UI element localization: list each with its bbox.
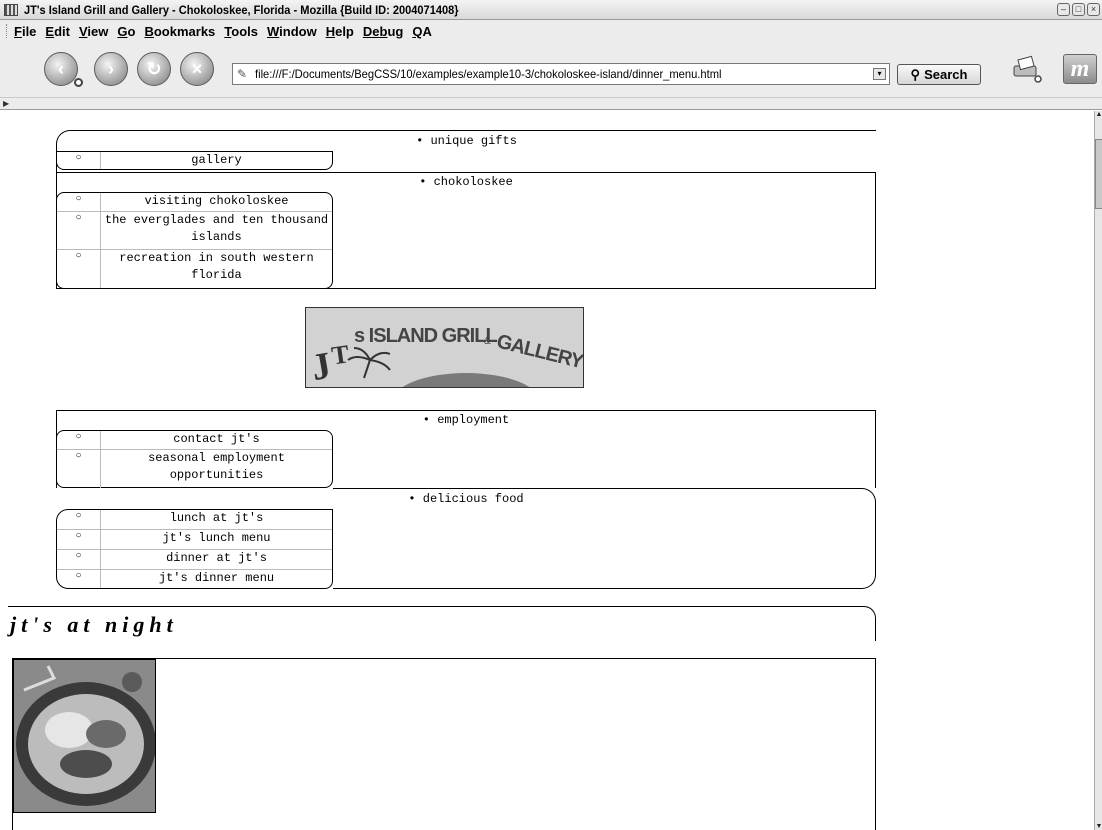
list-item[interactable]: ○ seasonal employment opportunities — [57, 450, 332, 488]
scroll-down-icon[interactable]: ▼ — [1095, 823, 1102, 830]
back-history-dropdown-icon[interactable] — [74, 78, 83, 87]
menu-item-label: elp — [335, 23, 354, 39]
scroll-up-icon[interactable]: ▲ — [1095, 111, 1102, 118]
menu-item-label: ookmarks — [153, 23, 216, 39]
search-button[interactable]: ⚲ Search — [897, 64, 981, 85]
menu-item[interactable]: Tools — [224, 24, 258, 39]
url-history-dropdown-icon[interactable]: ▾ — [873, 68, 886, 80]
list-item[interactable]: ○ dinner at jt's — [57, 550, 332, 570]
circle-bullet-icon: ○ — [57, 550, 101, 569]
sub-list-employment: ○ contact jt's ○ seasonal employment oppor… — [56, 430, 333, 488]
menu-item-label: ools — [231, 23, 258, 39]
list-item[interactable]: ○ gallery — [57, 152, 332, 169]
menu-item[interactable]: Edit — [45, 24, 70, 39]
menu-item-label: indow — [279, 23, 317, 39]
list-item[interactable]: ○ jt's dinner menu — [57, 570, 332, 588]
window-controls: – □ × — [1057, 3, 1100, 16]
site-logo[interactable]: J T s ISLAND GRILL GALLERY & — [305, 307, 584, 388]
list-item[interactable]: ○ contact jt's — [57, 431, 332, 450]
mozilla-throbber-icon[interactable]: m — [1063, 54, 1097, 84]
sub-list-unique-gifts: ○ gallery — [56, 151, 333, 170]
circle-bullet-icon: ○ — [57, 193, 101, 211]
menu-item-accesskey: B — [144, 23, 154, 39]
forward-arrow-icon: › — [108, 58, 114, 79]
menu-item-label: A — [422, 23, 432, 39]
menu-item-label: iew — [87, 23, 109, 39]
navigation-toolbar: ‹ › ↻ × ✎ file:///F:/Documents/BegCSS/10… — [0, 42, 1102, 98]
menu-item-accesskey: E — [45, 23, 55, 39]
page-title: jt's at night — [8, 606, 876, 641]
close-icon[interactable]: × — [1087, 3, 1100, 16]
window-titlebar: JT's Island Grill and Gallery - Chokolos… — [0, 0, 1102, 20]
menu-item-label: ug — [387, 23, 404, 39]
menu-item[interactable]: QA — [412, 24, 432, 39]
menu-bar: File Edit View Go Bookmarks Tools Window Help De… — [0, 20, 1102, 42]
maximize-icon[interactable]: □ — [1072, 3, 1085, 16]
circle-bullet-icon: ○ — [57, 431, 101, 449]
circle-bullet-icon: ○ — [57, 212, 101, 249]
menu-item[interactable]: View — [79, 24, 108, 39]
menu-item[interactable]: Window — [267, 24, 317, 39]
address-url[interactable]: file:///F:/Documents/BegCSS/10/examples/… — [255, 67, 721, 81]
print-icon[interactable] — [1010, 54, 1042, 84]
section-heading[interactable]: • delicious food — [56, 491, 876, 507]
reload-button[interactable]: ↻ — [137, 52, 171, 86]
list-item[interactable]: ○ recreation in south western florida — [57, 250, 332, 288]
mozilla-app-icon — [4, 3, 18, 16]
search-button-label: Search — [924, 67, 968, 82]
list-item[interactable]: ○ the everglades and ten thousand islands — [57, 212, 332, 250]
section-heading[interactable]: • unique gifts — [57, 133, 876, 149]
menu-item[interactable]: Help — [326, 24, 354, 39]
back-button[interactable]: ‹ — [44, 52, 83, 87]
menu-item[interactable]: Bookmarks — [144, 24, 215, 39]
menu-item-accesskey: W — [267, 23, 280, 39]
dinner-plate-photo — [13, 659, 156, 813]
menu-item[interactable]: File — [14, 24, 36, 39]
list-item[interactable]: ○ lunch at jt's — [57, 510, 332, 530]
content-panel — [12, 658, 876, 830]
magnifier-icon: ⚲ — [910, 66, 921, 82]
menu-item-accesskey: F — [14, 23, 22, 39]
svg-text:&: & — [484, 336, 491, 347]
stop-icon: × — [191, 58, 203, 79]
vertical-scrollbar[interactable]: ▲ ▼ — [1094, 111, 1102, 830]
menu-item-label: dit — [54, 23, 70, 39]
reload-icon: ↻ — [146, 58, 162, 79]
list-item[interactable]: ○ jt's lunch menu — [57, 530, 332, 550]
nav-section-delicious-food: • delicious food — [333, 488, 876, 589]
sidebar-toggle-icon[interactable]: ▶ — [3, 99, 9, 108]
minimize-icon[interactable]: – — [1057, 3, 1070, 16]
logo-image: J T s ISLAND GRILL GALLERY & — [306, 308, 583, 387]
address-bar[interactable]: ✎ file:///F:/Documents/BegCSS/10/example… — [232, 63, 890, 85]
menu-item-accesskey: H — [325, 23, 336, 39]
forward-button[interactable]: › — [94, 52, 128, 86]
menu-item[interactable]: Go — [117, 24, 135, 39]
toolbar-grip-icon[interactable] — [6, 24, 10, 38]
circle-bullet-icon: ○ — [57, 152, 101, 169]
sidebar-toggle-strip: ▶ — [0, 98, 1102, 110]
window-title: JT's Island Grill and Gallery - Chokolos… — [24, 2, 459, 17]
section-heading[interactable]: • chokoloskee — [57, 174, 875, 190]
scrollbar-thumb[interactable] — [1095, 139, 1102, 209]
menu-item-label: ile — [21, 23, 37, 39]
menu-item-label: o — [127, 23, 136, 39]
circle-bullet-icon: ○ — [57, 530, 101, 549]
menu-item-accesskey: Deb — [362, 23, 388, 39]
page-proxy-icon[interactable]: ✎ — [237, 67, 251, 81]
sub-list-delicious-food: ○ lunch at jt's ○ jt's lunch menu ○ dinner … — [56, 509, 333, 589]
section-heading[interactable]: • employment — [57, 412, 875, 428]
stop-button[interactable]: × — [180, 52, 214, 86]
circle-bullet-icon: ○ — [57, 450, 101, 488]
menu-item[interactable]: Debug — [363, 24, 403, 39]
back-arrow-icon: ‹ — [58, 58, 64, 79]
food-photo-image — [14, 660, 155, 812]
circle-bullet-icon: ○ — [57, 250, 101, 288]
circle-bullet-icon: ○ — [57, 510, 101, 529]
list-item[interactable]: ○ visiting chokoloskee — [57, 193, 332, 212]
sub-list-chokoloskee: ○ visiting chokoloskee ○ the everglades an… — [56, 192, 333, 289]
menu-item-accesskey: G — [117, 23, 128, 39]
menu-item-accesskey: Q — [412, 23, 423, 39]
svg-text:s ISLAND GRILL: s ISLAND GRILL — [354, 325, 497, 347]
circle-bullet-icon: ○ — [57, 570, 101, 588]
